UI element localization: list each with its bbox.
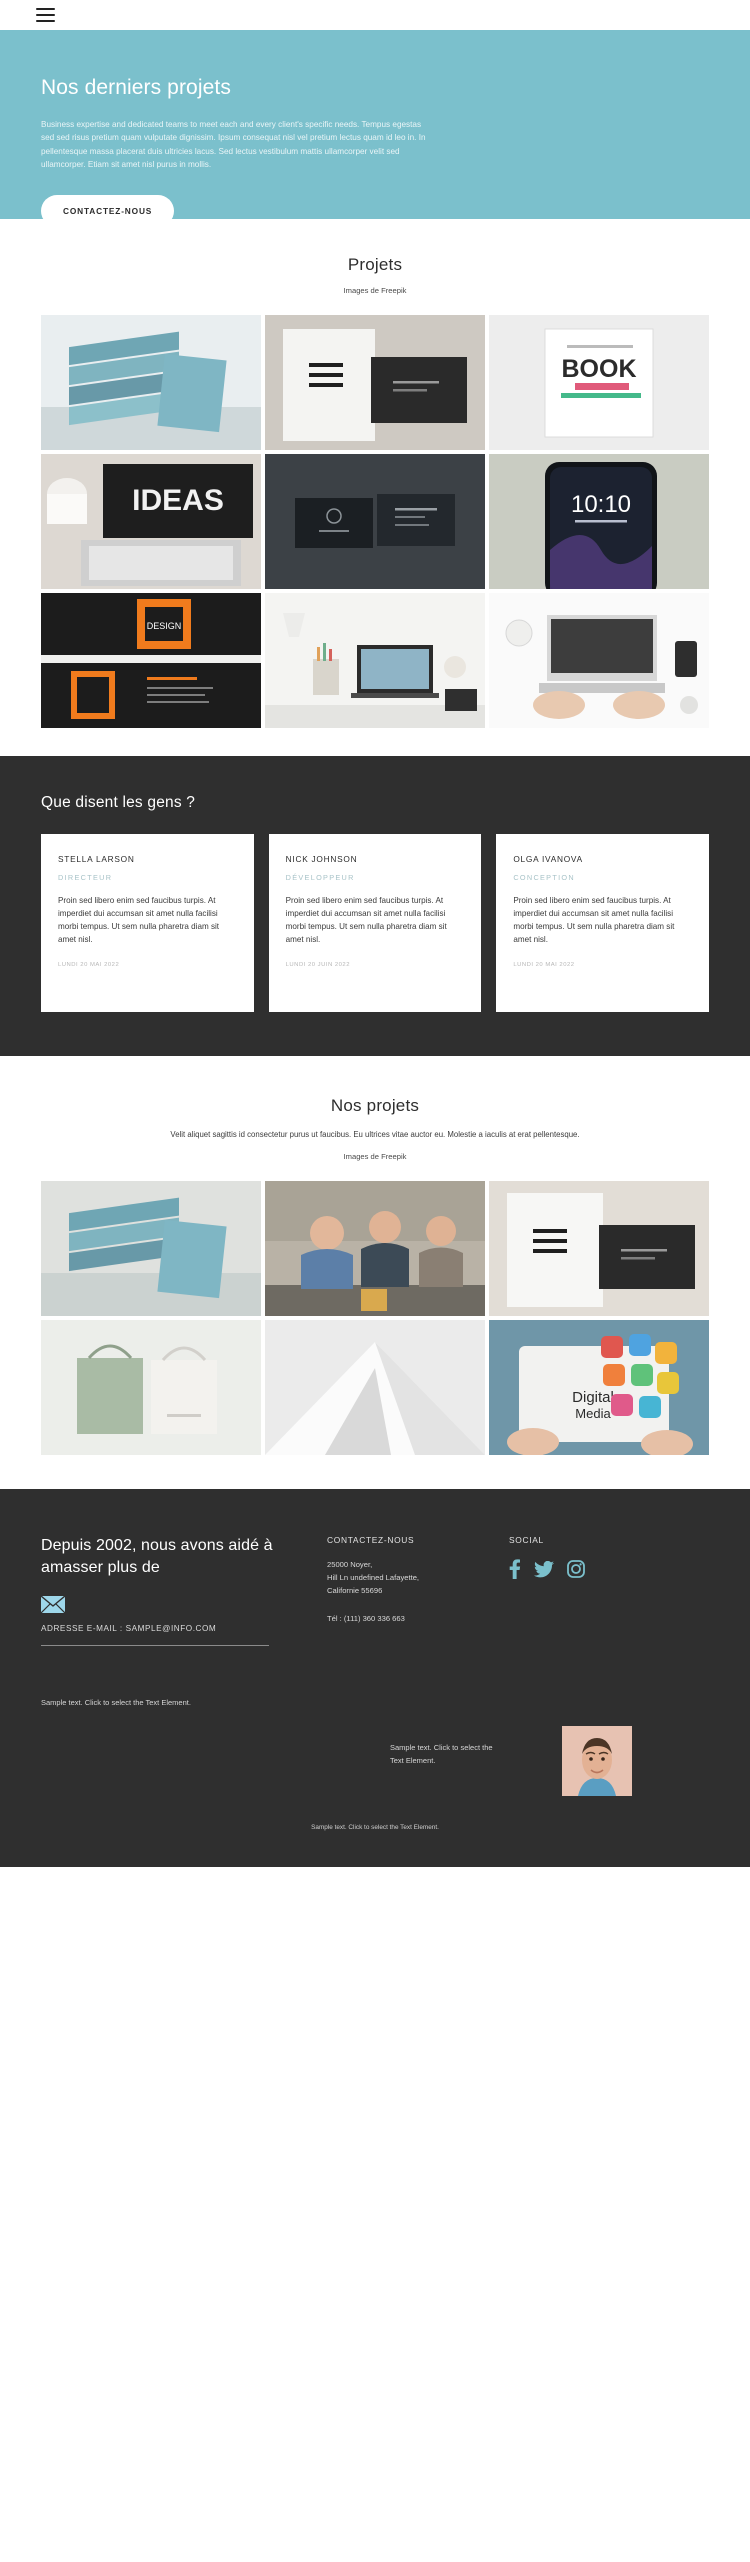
- svg-text:BOOK: BOOK: [562, 355, 637, 383]
- site-footer: Depuis 2002, nous avons aidé à amasser p…: [0, 1489, 750, 1868]
- projects-section: Projets Images de Freepik BOOK IDEAS 10:…: [0, 219, 750, 756]
- testimonial-role: CONCEPTION: [513, 873, 575, 882]
- our-projects-credit: Images de Freepik: [343, 1152, 407, 1162]
- footer-sample-bottom[interactable]: Sample text. Click to select the Text El…: [0, 1824, 750, 1831]
- testimonial-card: OLGA IVANOVA CONCEPTION Proin sed libero…: [496, 834, 709, 1012]
- hero-description: Business expertise and dedicated teams t…: [41, 120, 426, 169]
- testimonial-date: LUNDI 20 MAI 2022: [58, 962, 120, 969]
- testimonials-list: STELLA LARSON DIRECTEUR Proin sed libero…: [41, 834, 709, 1012]
- svg-text:Digital: Digital: [572, 1389, 614, 1406]
- gallery-item[interactable]: [41, 315, 261, 450]
- site-header: [0, 0, 750, 30]
- gallery-item[interactable]: [41, 1320, 261, 1456]
- hero-section: Nos derniers projets Business expertise …: [0, 30, 750, 228]
- testimonial-card: NICK JOHNSON DÉVELOPPEUR Proin sed liber…: [268, 834, 482, 1012]
- gallery-item[interactable]: Digital Media: [489, 1320, 709, 1456]
- gallery-item[interactable]: DESIGN: [41, 593, 261, 728]
- our-projects-title: Nos projets: [330, 1096, 420, 1115]
- page-title: Nos derniers projets: [41, 76, 231, 99]
- footer-headline: Depuis 2002, nous avons aidé à amasser p…: [41, 1537, 273, 1577]
- footer-sample-left[interactable]: Sample text. Click to select the Text El…: [41, 1698, 291, 1707]
- footer-address: 25000 Noyer, Hill Ln undefined Lafayette…: [327, 1560, 420, 1596]
- gallery-item[interactable]: [489, 593, 709, 728]
- testimonials-section: Que disent les gens ? STELLA LARSON DIRE…: [0, 756, 750, 1056]
- gallery-item[interactable]: [265, 315, 485, 450]
- gallery-item[interactable]: [265, 1320, 485, 1456]
- testimonial-name: NICK JOHNSON: [285, 854, 358, 864]
- testimonial-name: STELLA LARSON: [58, 854, 135, 864]
- footer-column-contact: CONTACTEZ-NOUS 25000 Noyer, Hill Ln unde…: [327, 1535, 487, 1707]
- our-projects-lead: Velit aliquet sagittis id consectetur pu…: [170, 1130, 580, 1139]
- testimonial-role: DÉVELOPPEUR: [285, 873, 355, 882]
- svg-text:Media: Media: [575, 1406, 611, 1421]
- instagram-icon[interactable]: [567, 1560, 585, 1579]
- footer-contact-title: CONTACTEZ-NOUS: [327, 1535, 415, 1546]
- gallery-item[interactable]: [41, 1181, 261, 1317]
- footer-social-title: SOCIAL: [509, 1535, 544, 1546]
- hamburger-menu-icon[interactable]: [36, 7, 55, 23]
- gallery-item[interactable]: IDEAS: [41, 454, 261, 589]
- facebook-icon[interactable]: [509, 1559, 521, 1580]
- testimonial-text: Proin sed libero enim sed faucibus turpi…: [513, 896, 675, 945]
- testimonial-date: LUNDI 20 JUIN 2022: [285, 962, 350, 969]
- footer-columns: Depuis 2002, nous avons aidé à amasser p…: [41, 1535, 709, 1707]
- testimonial-text: Proin sed libero enim sed faucibus turpi…: [58, 896, 220, 945]
- svg-text:IDEAS: IDEAS: [132, 484, 224, 517]
- social-links: [509, 1559, 659, 1580]
- projects-title: Projets: [347, 255, 403, 274]
- projects-gallery: BOOK IDEAS 10:10 DESIGN: [41, 315, 709, 728]
- footer-column-brand: Depuis 2002, nous avons aidé à amasser p…: [41, 1535, 291, 1707]
- testimonial-card: STELLA LARSON DIRECTEUR Proin sed libero…: [41, 834, 254, 1012]
- our-projects-section: Nos projets Velit aliquet sagittis id co…: [0, 1056, 750, 1490]
- gallery-item[interactable]: [489, 1181, 709, 1317]
- footer-phone: Tél : (111) 360 336 663: [327, 1614, 405, 1624]
- portrait-image: [562, 1726, 632, 1797]
- testimonials-title: Que disent les gens ?: [41, 794, 196, 811]
- twitter-icon[interactable]: [534, 1560, 554, 1578]
- testimonial-name: OLGA IVANOVA: [513, 854, 583, 864]
- gallery-item[interactable]: 10:10: [489, 454, 709, 589]
- projects-credit: Images de Freepik: [343, 286, 407, 295]
- our-projects-gallery: Digital Media: [41, 1181, 709, 1456]
- testimonial-text: Proin sed libero enim sed faucibus turpi…: [285, 896, 447, 945]
- svg-text:DESIGN: DESIGN: [147, 621, 182, 631]
- footer-sample-middle[interactable]: Sample text. Click to select the Text El…: [390, 1742, 495, 1767]
- gallery-item[interactable]: [265, 1181, 485, 1317]
- gallery-item[interactable]: [265, 454, 485, 589]
- footer-divider: [41, 1645, 269, 1647]
- contact-button[interactable]: CONTACTEZ-NOUS: [41, 195, 175, 228]
- gallery-item[interactable]: BOOK: [489, 315, 709, 450]
- footer-column-social: SOCIAL: [509, 1535, 659, 1707]
- envelope-icon: [41, 1595, 65, 1613]
- gallery-item[interactable]: [265, 593, 485, 728]
- svg-text:10:10: 10:10: [571, 491, 631, 518]
- testimonial-role: DIRECTEUR: [58, 873, 113, 882]
- footer-email-label[interactable]: ADRESSE E-MAIL : SAMPLE@INFO.COM: [41, 1623, 291, 1636]
- testimonial-date: LUNDI 20 MAI 2022: [513, 962, 575, 969]
